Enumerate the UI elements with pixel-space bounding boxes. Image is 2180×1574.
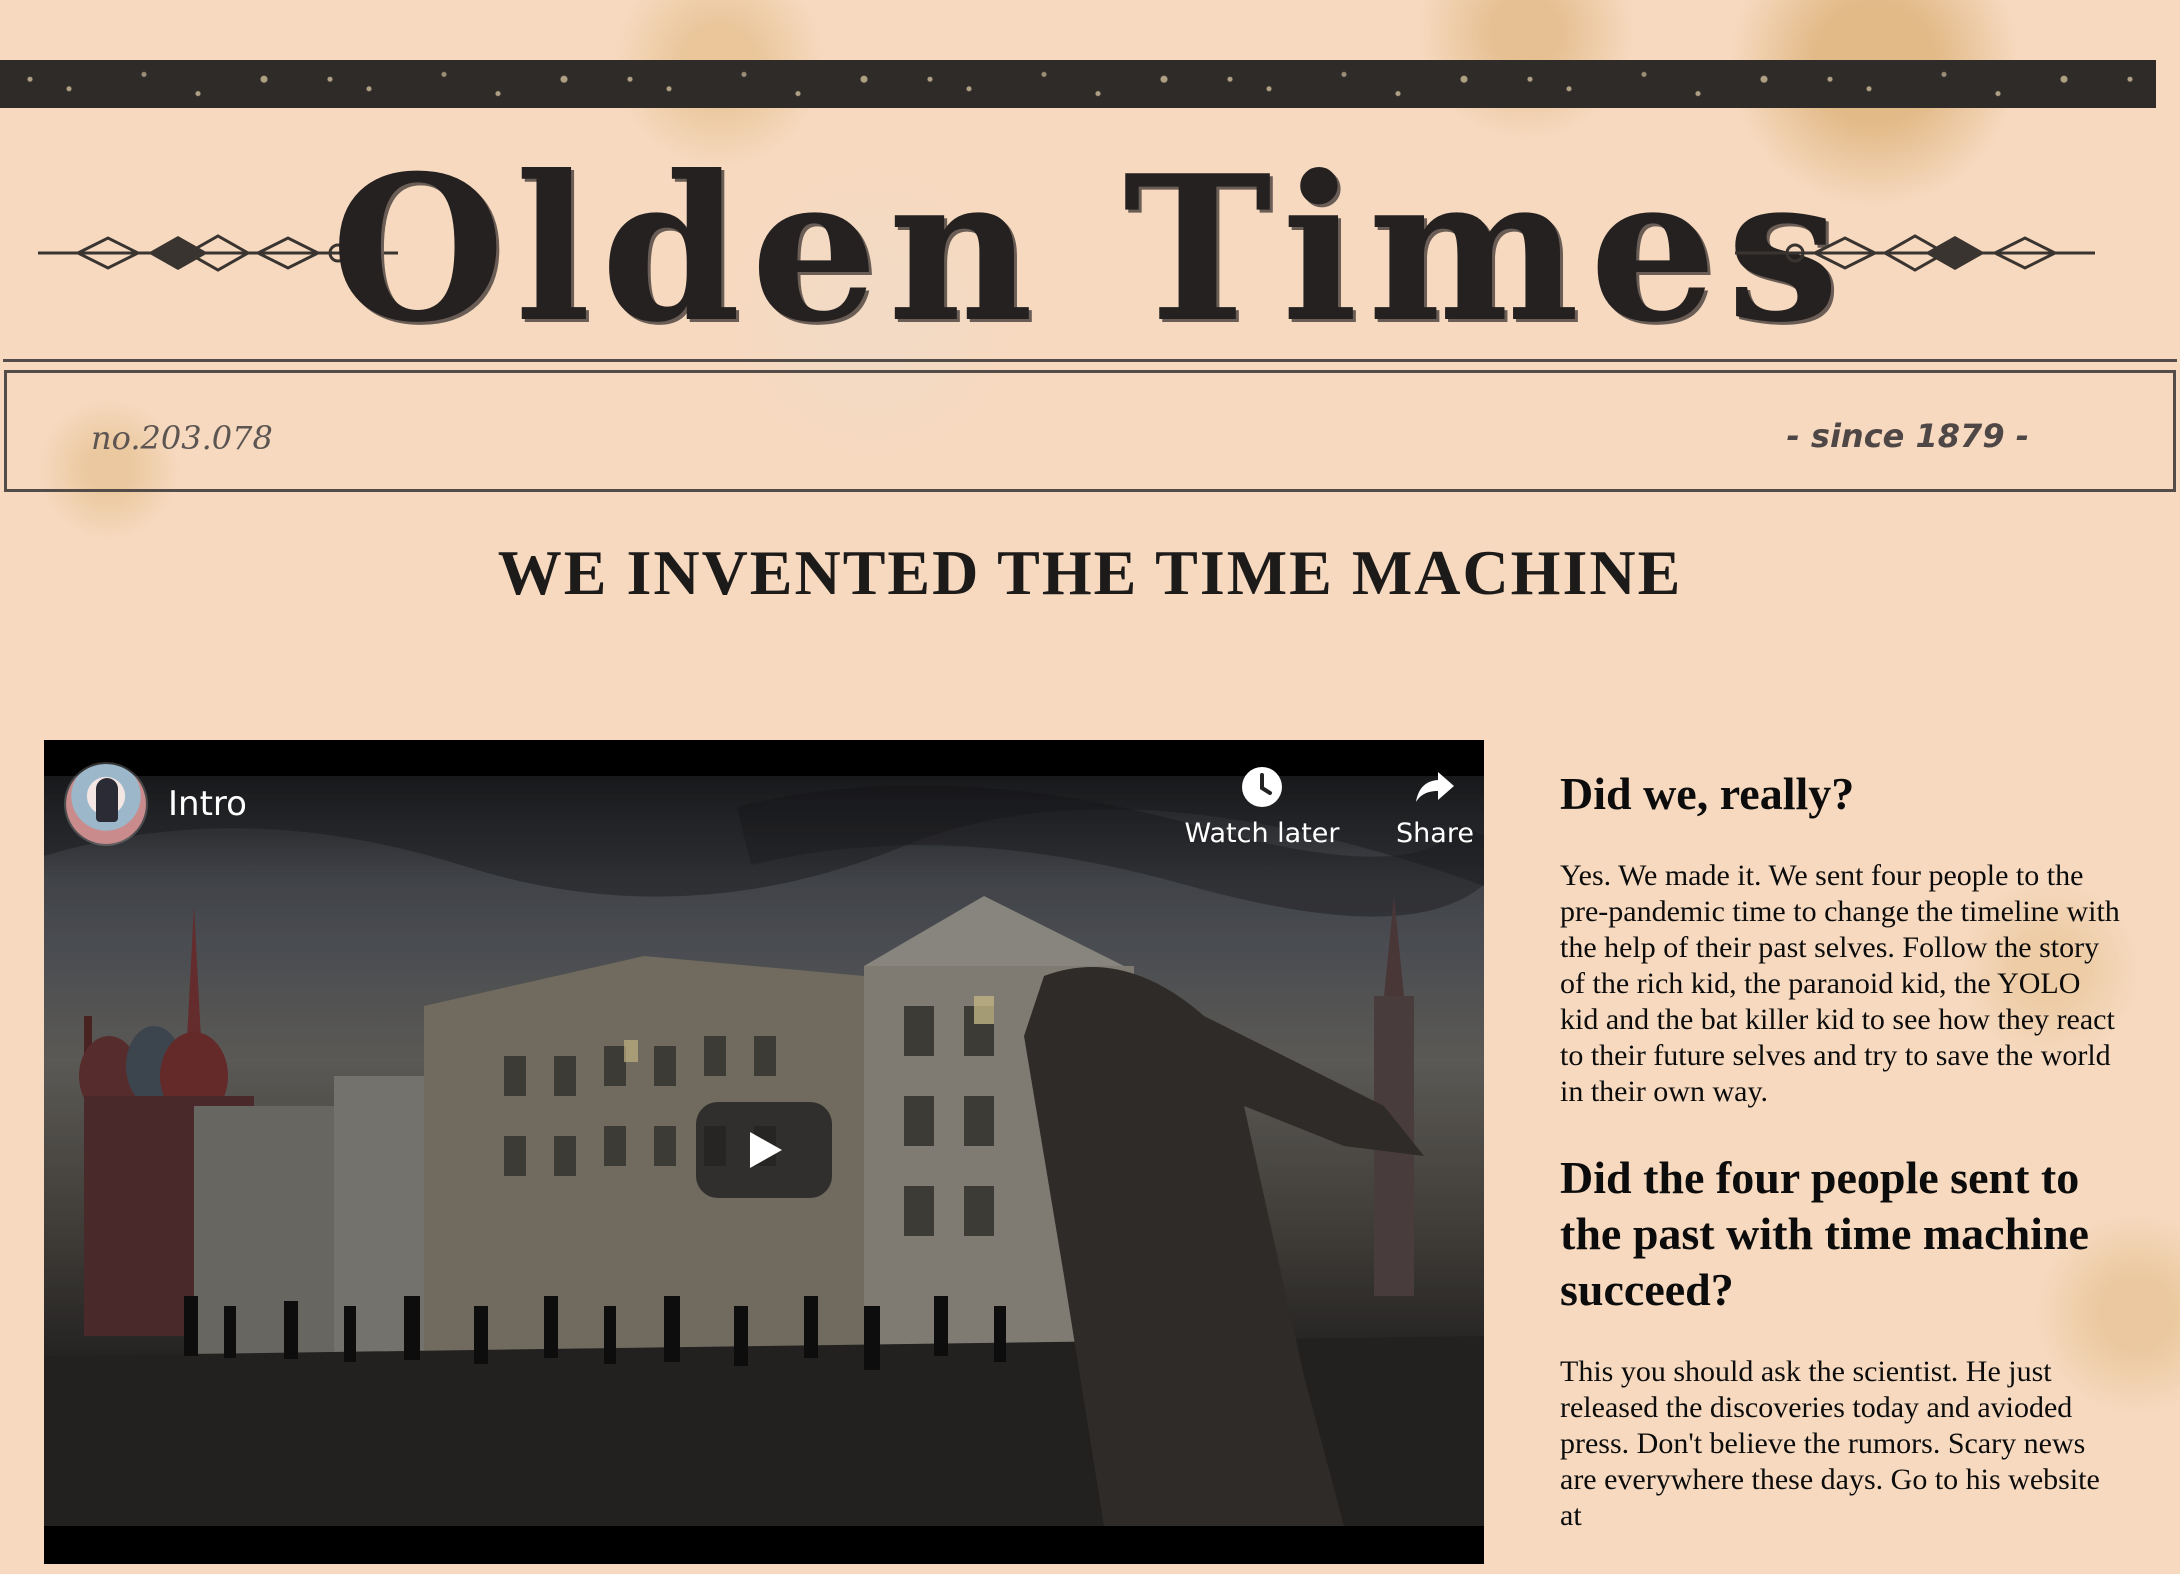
clock-icon [1242, 767, 1282, 807]
masthead-top-rule [0, 60, 2156, 108]
video-title[interactable]: Intro [168, 784, 247, 824]
question-heading-2: Did the four people sent to the past wit… [1560, 1152, 2089, 1315]
play-icon [750, 1132, 782, 1168]
share-arrow-icon [1416, 772, 1454, 802]
share-label: Share [1396, 818, 1474, 849]
answer-paragraph-1: Yes. We made it. We sent four people to … [1560, 859, 2120, 1108]
video-player[interactable]: Intro Watch later Share [44, 740, 1484, 1564]
right-ornament-icon [1735, 234, 2095, 272]
since-year: - since 1879 - [1786, 417, 2029, 455]
share-button[interactable]: Share [1360, 764, 1484, 849]
answer-paragraph-2: This you should ask the scientist. He ju… [1560, 1355, 2100, 1532]
article-column: Did we, really? Yes. We made it. We sent… [1560, 766, 2120, 1574]
issue-info-box: no.203.078 - since 1879 - [3, 359, 2177, 492]
question-heading-1: Did we, really? [1560, 768, 1855, 819]
channel-avatar[interactable] [66, 764, 146, 844]
issue-number: no.203.078 [91, 419, 273, 457]
front-page-headline: WE INVENTED THE TIME MACHINE [497, 537, 1683, 608]
watch-later-label: Watch later [1184, 818, 1340, 849]
play-button[interactable] [696, 1102, 832, 1198]
watch-later-button[interactable]: Watch later [1162, 764, 1362, 849]
